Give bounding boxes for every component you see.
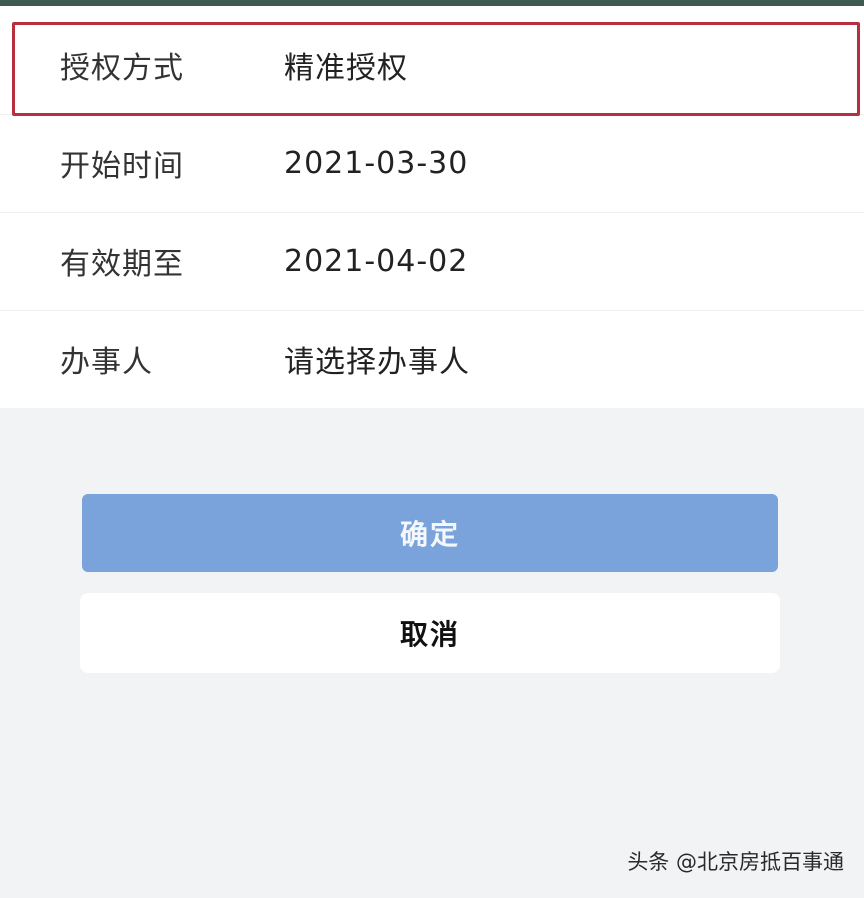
form-row-start-time[interactable]: 开始时间 2021-03-30	[0, 114, 864, 212]
auth-method-label: 授权方式	[60, 51, 184, 86]
start-time-value[interactable]: 2021-03-30	[284, 146, 468, 181]
form-row-auth-method[interactable]: 授权方式 精准授权	[0, 16, 864, 114]
authorization-page: 授权方式 精准授权 开始时间 2021-03-30 有效期至 2021-04-0…	[0, 0, 864, 898]
form-row-handler[interactable]: 办事人 请选择办事人	[0, 310, 864, 408]
cancel-button[interactable]: 取消	[80, 593, 780, 673]
auth-method-value[interactable]: 精准授权	[284, 43, 408, 87]
form-row-valid-until[interactable]: 有效期至 2021-04-02	[0, 212, 864, 310]
authorization-form: 授权方式 精准授权 开始时间 2021-03-30 有效期至 2021-04-0…	[0, 6, 864, 408]
handler-label: 办事人	[60, 345, 153, 380]
start-time-label: 开始时间	[60, 149, 184, 184]
handler-select[interactable]: 请选择办事人	[284, 337, 470, 381]
valid-until-label: 有效期至	[60, 247, 184, 282]
confirm-button[interactable]: 确定	[82, 494, 778, 572]
watermark-text: 头条 @北京房抵百事通	[627, 850, 844, 874]
valid-until-value[interactable]: 2021-04-02	[284, 244, 468, 279]
